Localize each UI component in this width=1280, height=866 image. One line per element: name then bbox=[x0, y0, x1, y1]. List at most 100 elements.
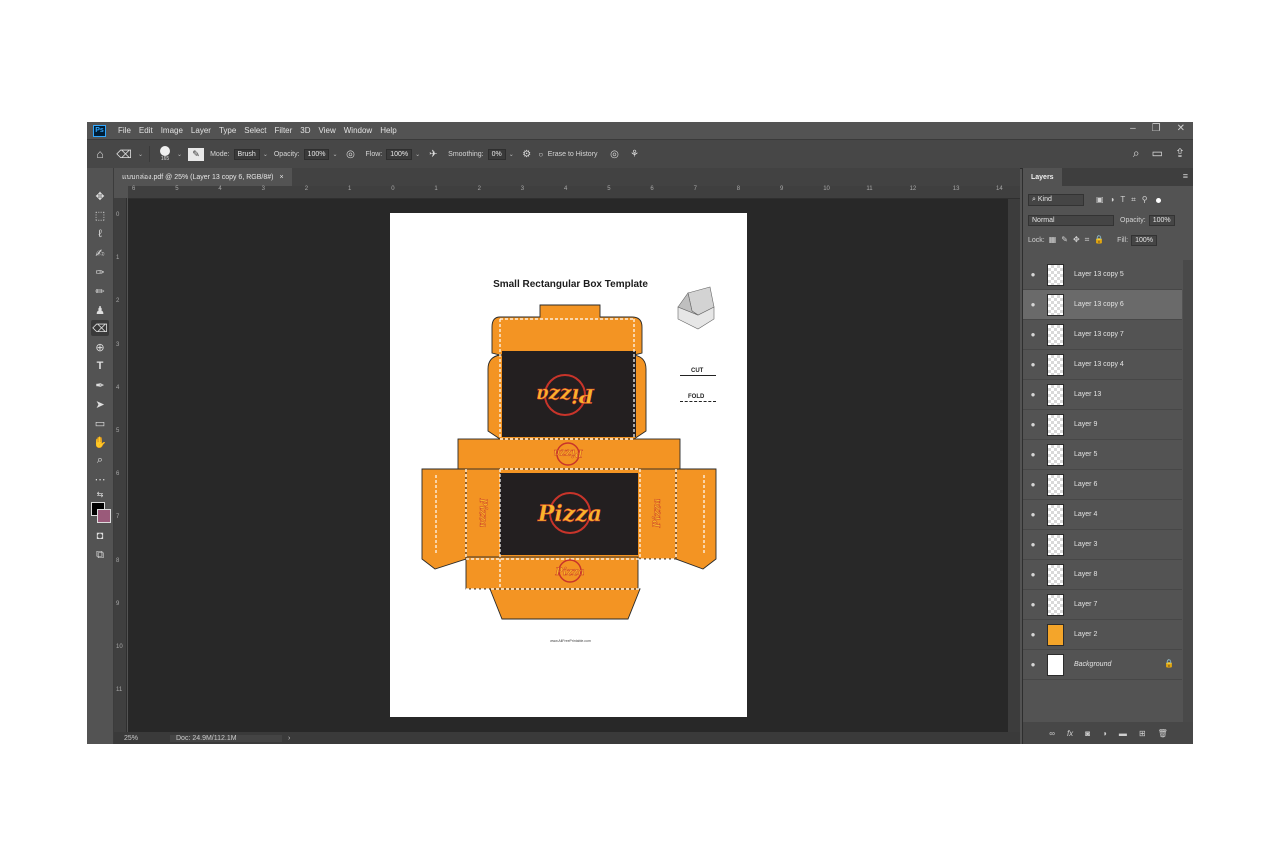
eye-icon[interactable]: ● bbox=[1023, 480, 1043, 489]
chevron-down-icon[interactable]: ⌄ bbox=[177, 151, 182, 158]
layer-row[interactable]: ● Layer 9 bbox=[1023, 410, 1182, 440]
brush-tool-icon[interactable]: ✏ bbox=[91, 283, 109, 299]
eye-icon[interactable]: ● bbox=[1023, 330, 1043, 339]
layer-row[interactable]: ● Layer 7 bbox=[1023, 590, 1182, 620]
close-window-button[interactable]: ✕ bbox=[1177, 123, 1185, 134]
eye-icon[interactable]: ● bbox=[1023, 300, 1043, 309]
layers-tab[interactable]: Layers bbox=[1023, 168, 1062, 186]
zoom-level[interactable]: 25% bbox=[124, 735, 170, 742]
symmetry-icon[interactable]: ⚘ bbox=[626, 149, 644, 160]
status-menu-arrow[interactable]: › bbox=[288, 735, 290, 742]
document-tab[interactable]: แบบกล่อง.pdf @ 25% (Layer 13 copy 6, RGB… bbox=[114, 168, 292, 186]
more-tools-icon[interactable]: ⋯ bbox=[91, 471, 109, 487]
adjustment-layer-icon[interactable]: ◑ bbox=[1102, 729, 1107, 738]
share-icon[interactable]: ⇪ bbox=[1175, 146, 1185, 161]
zoom-tool-icon[interactable]: ⌕ bbox=[91, 452, 109, 468]
brush-size-picker[interactable]: 165 bbox=[156, 146, 174, 162]
eye-icon[interactable]: ● bbox=[1023, 630, 1043, 639]
eye-icon[interactable]: ● bbox=[1023, 660, 1043, 669]
rectangle-tool-icon[interactable]: ▭ bbox=[91, 415, 109, 431]
filter-icons[interactable]: ▣◑T⌗⚲ bbox=[1096, 195, 1154, 205]
eye-icon[interactable]: ● bbox=[1023, 420, 1043, 429]
eye-icon[interactable]: ● bbox=[1023, 450, 1043, 459]
blend-mode-select[interactable]: Normal bbox=[1028, 214, 1114, 226]
eraser-tool-icon[interactable]: ⌫ bbox=[91, 320, 109, 336]
type-tool-icon[interactable]: T bbox=[91, 358, 109, 374]
opacity-input[interactable]: 100% bbox=[303, 148, 330, 160]
smoothing-input[interactable]: 0% bbox=[487, 148, 506, 160]
layers-scrollbar[interactable] bbox=[1183, 260, 1193, 730]
close-tab-icon[interactable]: × bbox=[279, 174, 283, 181]
menu-type[interactable]: Type bbox=[215, 126, 240, 135]
path-selection-tool-icon[interactable]: ➤ bbox=[91, 396, 109, 412]
menu-edit[interactable]: Edit bbox=[135, 126, 157, 135]
marquee-tool-icon[interactable]: ⬚ bbox=[91, 207, 109, 223]
eye-icon[interactable]: ● bbox=[1023, 570, 1043, 579]
layer-filter-select[interactable]: ⌕ Kind bbox=[1028, 194, 1084, 206]
layer-row-selected[interactable]: ● Layer 13 copy 6 bbox=[1023, 290, 1182, 320]
search-icon[interactable]: ⌕ bbox=[1133, 146, 1140, 161]
eraser-tool-preset-icon[interactable]: ⌫ bbox=[113, 148, 135, 161]
layer-row[interactable]: ● Layer 13 copy 5 bbox=[1023, 260, 1182, 290]
swap-colors-icon[interactable]: ⇆ bbox=[91, 486, 109, 502]
paint-bucket-tool-icon[interactable]: ⊕ bbox=[91, 339, 109, 355]
menu-filter[interactable]: Filter bbox=[271, 126, 297, 135]
lasso-tool-icon[interactable]: ℓ bbox=[91, 226, 109, 242]
layer-row[interactable]: ● Layer 8 bbox=[1023, 560, 1182, 590]
flow-input[interactable]: 100% bbox=[386, 148, 413, 160]
add-mask-icon[interactable]: ◙ bbox=[1085, 729, 1090, 738]
chevron-down-icon[interactable]: ⌄ bbox=[509, 151, 514, 158]
menu-view[interactable]: View bbox=[315, 126, 340, 135]
panel-menu-icon[interactable]: ≡ bbox=[1183, 171, 1188, 181]
doc-size[interactable]: Doc: 24.9M/112.1M bbox=[170, 734, 282, 742]
eyedropper-tool-icon[interactable]: ✑ bbox=[91, 264, 109, 280]
lock-icons[interactable]: ▦✎✥⌗🔒 bbox=[1049, 235, 1109, 245]
menu-window[interactable]: Window bbox=[340, 126, 376, 135]
gear-icon[interactable]: ⚙ bbox=[518, 149, 536, 160]
pressure-size-icon[interactable]: ◎ bbox=[604, 149, 626, 160]
brush-settings-icon[interactable]: ✎ bbox=[188, 147, 205, 161]
eye-icon[interactable]: ● bbox=[1023, 270, 1043, 279]
layer-row[interactable]: ● Layer 4 bbox=[1023, 500, 1182, 530]
eye-icon[interactable]: ● bbox=[1023, 510, 1043, 519]
eye-icon[interactable]: ● bbox=[1023, 600, 1043, 609]
fx-icon[interactable]: fx bbox=[1067, 729, 1073, 738]
filter-toggle-icon[interactable] bbox=[1155, 197, 1161, 203]
layer-row[interactable]: ● Layer 2 bbox=[1023, 620, 1182, 650]
home-icon[interactable]: ⌂ bbox=[87, 147, 113, 161]
layer-fill-input[interactable]: 100% bbox=[1131, 234, 1157, 246]
layer-row[interactable]: ● Layer 3 bbox=[1023, 530, 1182, 560]
menu-file[interactable]: File bbox=[114, 126, 135, 135]
quick-selection-tool-icon[interactable]: ✍ bbox=[91, 245, 109, 261]
pen-tool-icon[interactable]: ✒ bbox=[91, 377, 109, 393]
stamp-tool-icon[interactable]: ♟ bbox=[91, 302, 109, 318]
chevron-down-icon[interactable]: ⌄ bbox=[332, 151, 337, 158]
new-layer-icon[interactable]: ⊞ bbox=[1139, 729, 1146, 738]
link-layers-icon[interactable]: ∞ bbox=[1049, 729, 1055, 738]
menu-layer[interactable]: Layer bbox=[187, 126, 215, 135]
menu-image[interactable]: Image bbox=[157, 126, 187, 135]
eye-icon[interactable]: ● bbox=[1023, 360, 1043, 369]
screen-mode-icon[interactable]: ⧉ bbox=[91, 547, 109, 563]
quick-mask-icon[interactable]: ◘ bbox=[91, 528, 109, 544]
restore-button[interactable]: ❐ bbox=[1152, 123, 1161, 134]
background-color-swatch[interactable] bbox=[97, 509, 111, 523]
trash-icon[interactable]: 🗑 bbox=[1158, 729, 1168, 738]
workspace-icon[interactable]: ▭ bbox=[1152, 146, 1163, 161]
layer-row[interactable]: ● Layer 13 bbox=[1023, 380, 1182, 410]
pressure-opacity-icon[interactable]: ◎ bbox=[341, 149, 359, 160]
document-canvas[interactable]: Small Rectangular Box Template Pizza Piz… bbox=[390, 213, 747, 717]
menu-select[interactable]: Select bbox=[240, 126, 270, 135]
eye-icon[interactable]: ● bbox=[1023, 390, 1043, 399]
hand-tool-icon[interactable]: ✋ bbox=[91, 434, 109, 450]
menu-help[interactable]: Help bbox=[376, 126, 400, 135]
minimize-button[interactable]: – bbox=[1130, 123, 1136, 134]
layer-opacity-input[interactable]: 100% bbox=[1148, 214, 1175, 226]
layer-row[interactable]: ● Layer 13 copy 4 bbox=[1023, 350, 1182, 380]
new-group-icon[interactable]: ▬ bbox=[1119, 729, 1127, 738]
vertical-scrollbar[interactable] bbox=[1008, 199, 1020, 732]
eye-icon[interactable]: ● bbox=[1023, 540, 1043, 549]
erase-history-checkbox[interactable]: ○ bbox=[536, 150, 546, 159]
layer-row[interactable]: ● Background 🔒 bbox=[1023, 650, 1182, 680]
mode-select[interactable]: Brush bbox=[233, 148, 260, 160]
